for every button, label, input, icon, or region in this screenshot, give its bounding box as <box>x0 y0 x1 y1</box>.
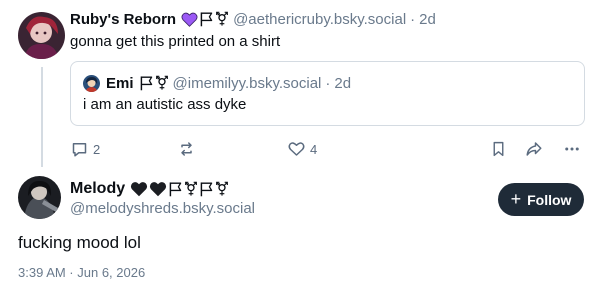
quoted-post-card[interactable]: Emi @imemilyy.bsky.social · 2d i am an a… <box>70 61 585 126</box>
quote-text: i am an autistic ass dyke <box>83 96 247 113</box>
more-icon <box>565 147 579 151</box>
quote-emoji-row <box>139 75 169 91</box>
black-heart-icon <box>150 182 167 197</box>
focused-emoji-row <box>130 181 229 197</box>
reply-icon <box>72 143 87 157</box>
author-handle[interactable]: @aethericruby.bsky.social <box>233 11 406 28</box>
repost-icon <box>181 142 192 156</box>
focused-post-timestamp[interactable]: 3:39 AM · Jun 6, 2026 <box>18 265 145 280</box>
transgender-symbol-icon <box>185 181 198 196</box>
flag-icon <box>200 12 213 27</box>
like-icon <box>288 142 305 156</box>
flag-icon <box>200 182 213 197</box>
purple-heart-icon <box>181 12 198 27</box>
author-avatar[interactable] <box>18 12 65 59</box>
bookmark-button[interactable] <box>490 138 507 160</box>
repost-button[interactable] <box>177 138 200 160</box>
reply-count: 2 <box>93 141 101 157</box>
flag-icon <box>169 182 182 197</box>
separator-dot: · <box>325 74 331 92</box>
quote-time[interactable]: 2d <box>334 75 351 92</box>
focused-post-header: Melody <box>70 178 229 200</box>
focused-author-avatar[interactable] <box>18 176 61 219</box>
transgender-symbol-icon <box>216 11 228 26</box>
quote-author-avatar <box>83 74 100 92</box>
share-icon <box>526 142 542 156</box>
plus-icon: + <box>510 188 522 209</box>
like-button[interactable]: 4 <box>287 138 317 160</box>
more-options-button[interactable] <box>562 138 582 160</box>
post-header: Ruby's Reborn @aethericruby.bsky.social … <box>70 8 436 30</box>
follow-button[interactable]: + Follow <box>498 183 584 216</box>
post-text: gonna get this printed on a shirt <box>70 33 281 50</box>
black-heart-icon <box>131 182 148 197</box>
post-time[interactable]: 2d <box>419 11 436 28</box>
separator-dot: · <box>410 10 416 28</box>
transgender-symbol-icon <box>216 181 229 196</box>
bookmark-icon <box>493 141 504 157</box>
author-display-name[interactable]: Ruby's Reborn <box>70 11 176 28</box>
share-button[interactable] <box>524 138 544 160</box>
follow-label: Follow <box>527 191 572 208</box>
thread-line <box>41 67 43 167</box>
author-emoji-row <box>181 11 229 27</box>
focused-author-display-name[interactable]: Melody <box>70 180 125 198</box>
reply-button[interactable]: 2 <box>70 138 100 160</box>
focused-author-handle[interactable]: @melodyshreds.bsky.social <box>70 200 255 217</box>
like-count: 4 <box>310 141 318 157</box>
focused-post-text: fucking mood lol <box>18 233 141 252</box>
quote-header: Emi @imemilyy.bsky.social · 2d <box>83 73 351 93</box>
flag-icon <box>140 76 152 91</box>
transgender-symbol-icon <box>155 75 168 90</box>
quote-author-handle[interactable]: @imemilyy.bsky.social <box>173 75 322 92</box>
quote-author-display-name[interactable]: Emi <box>106 75 134 92</box>
